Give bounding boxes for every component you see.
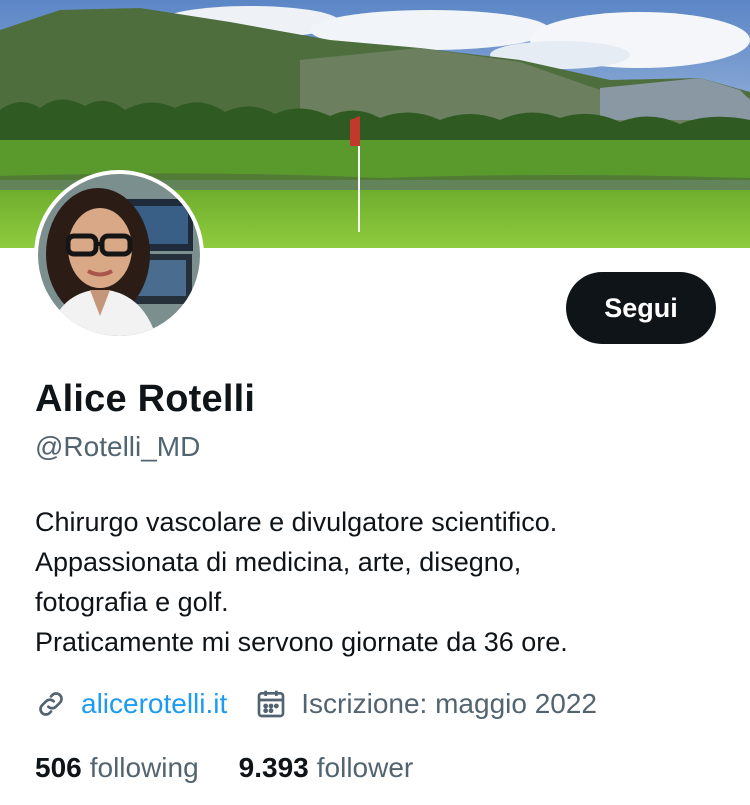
profile-meta: alicerotelli.it Iscrizione: maggio 2022 <box>35 684 597 724</box>
bio-line: fotografia e golf. <box>35 587 229 617</box>
following-label: following <box>89 752 199 783</box>
profile-name: Alice Rotelli <box>35 378 256 420</box>
avatar-photo <box>38 174 200 336</box>
followers-count: 9.393 <box>238 752 309 783</box>
profile-bio: Chirurgo vascolare e divulgatore scienti… <box>35 502 725 662</box>
followers-link[interactable]: 9.393 follower <box>239 752 414 784</box>
following-count: 506 <box>35 752 82 783</box>
follow-button[interactable]: Segui <box>566 272 716 344</box>
bio-line: Praticamente mi servono giornate da 36 o… <box>35 627 568 657</box>
profile-avatar[interactable] <box>34 170 204 340</box>
bio-line: Chirurgo vascolare e divulgatore scienti… <box>35 507 558 537</box>
profile-handle: @Rotelli_MD <box>35 431 201 462</box>
following-link[interactable]: 506 following <box>35 752 199 784</box>
calendar-icon <box>255 688 287 720</box>
join-date: Iscrizione: maggio 2022 <box>301 688 598 719</box>
bio-line: Appassionata di medicina, arte, disegno, <box>35 547 522 577</box>
website-link[interactable]: alicerotelli.it <box>81 688 227 720</box>
followers-label: follower <box>316 752 414 783</box>
profile-stats: 506 following 9.393 follower <box>35 748 453 788</box>
link-icon <box>35 688 67 720</box>
